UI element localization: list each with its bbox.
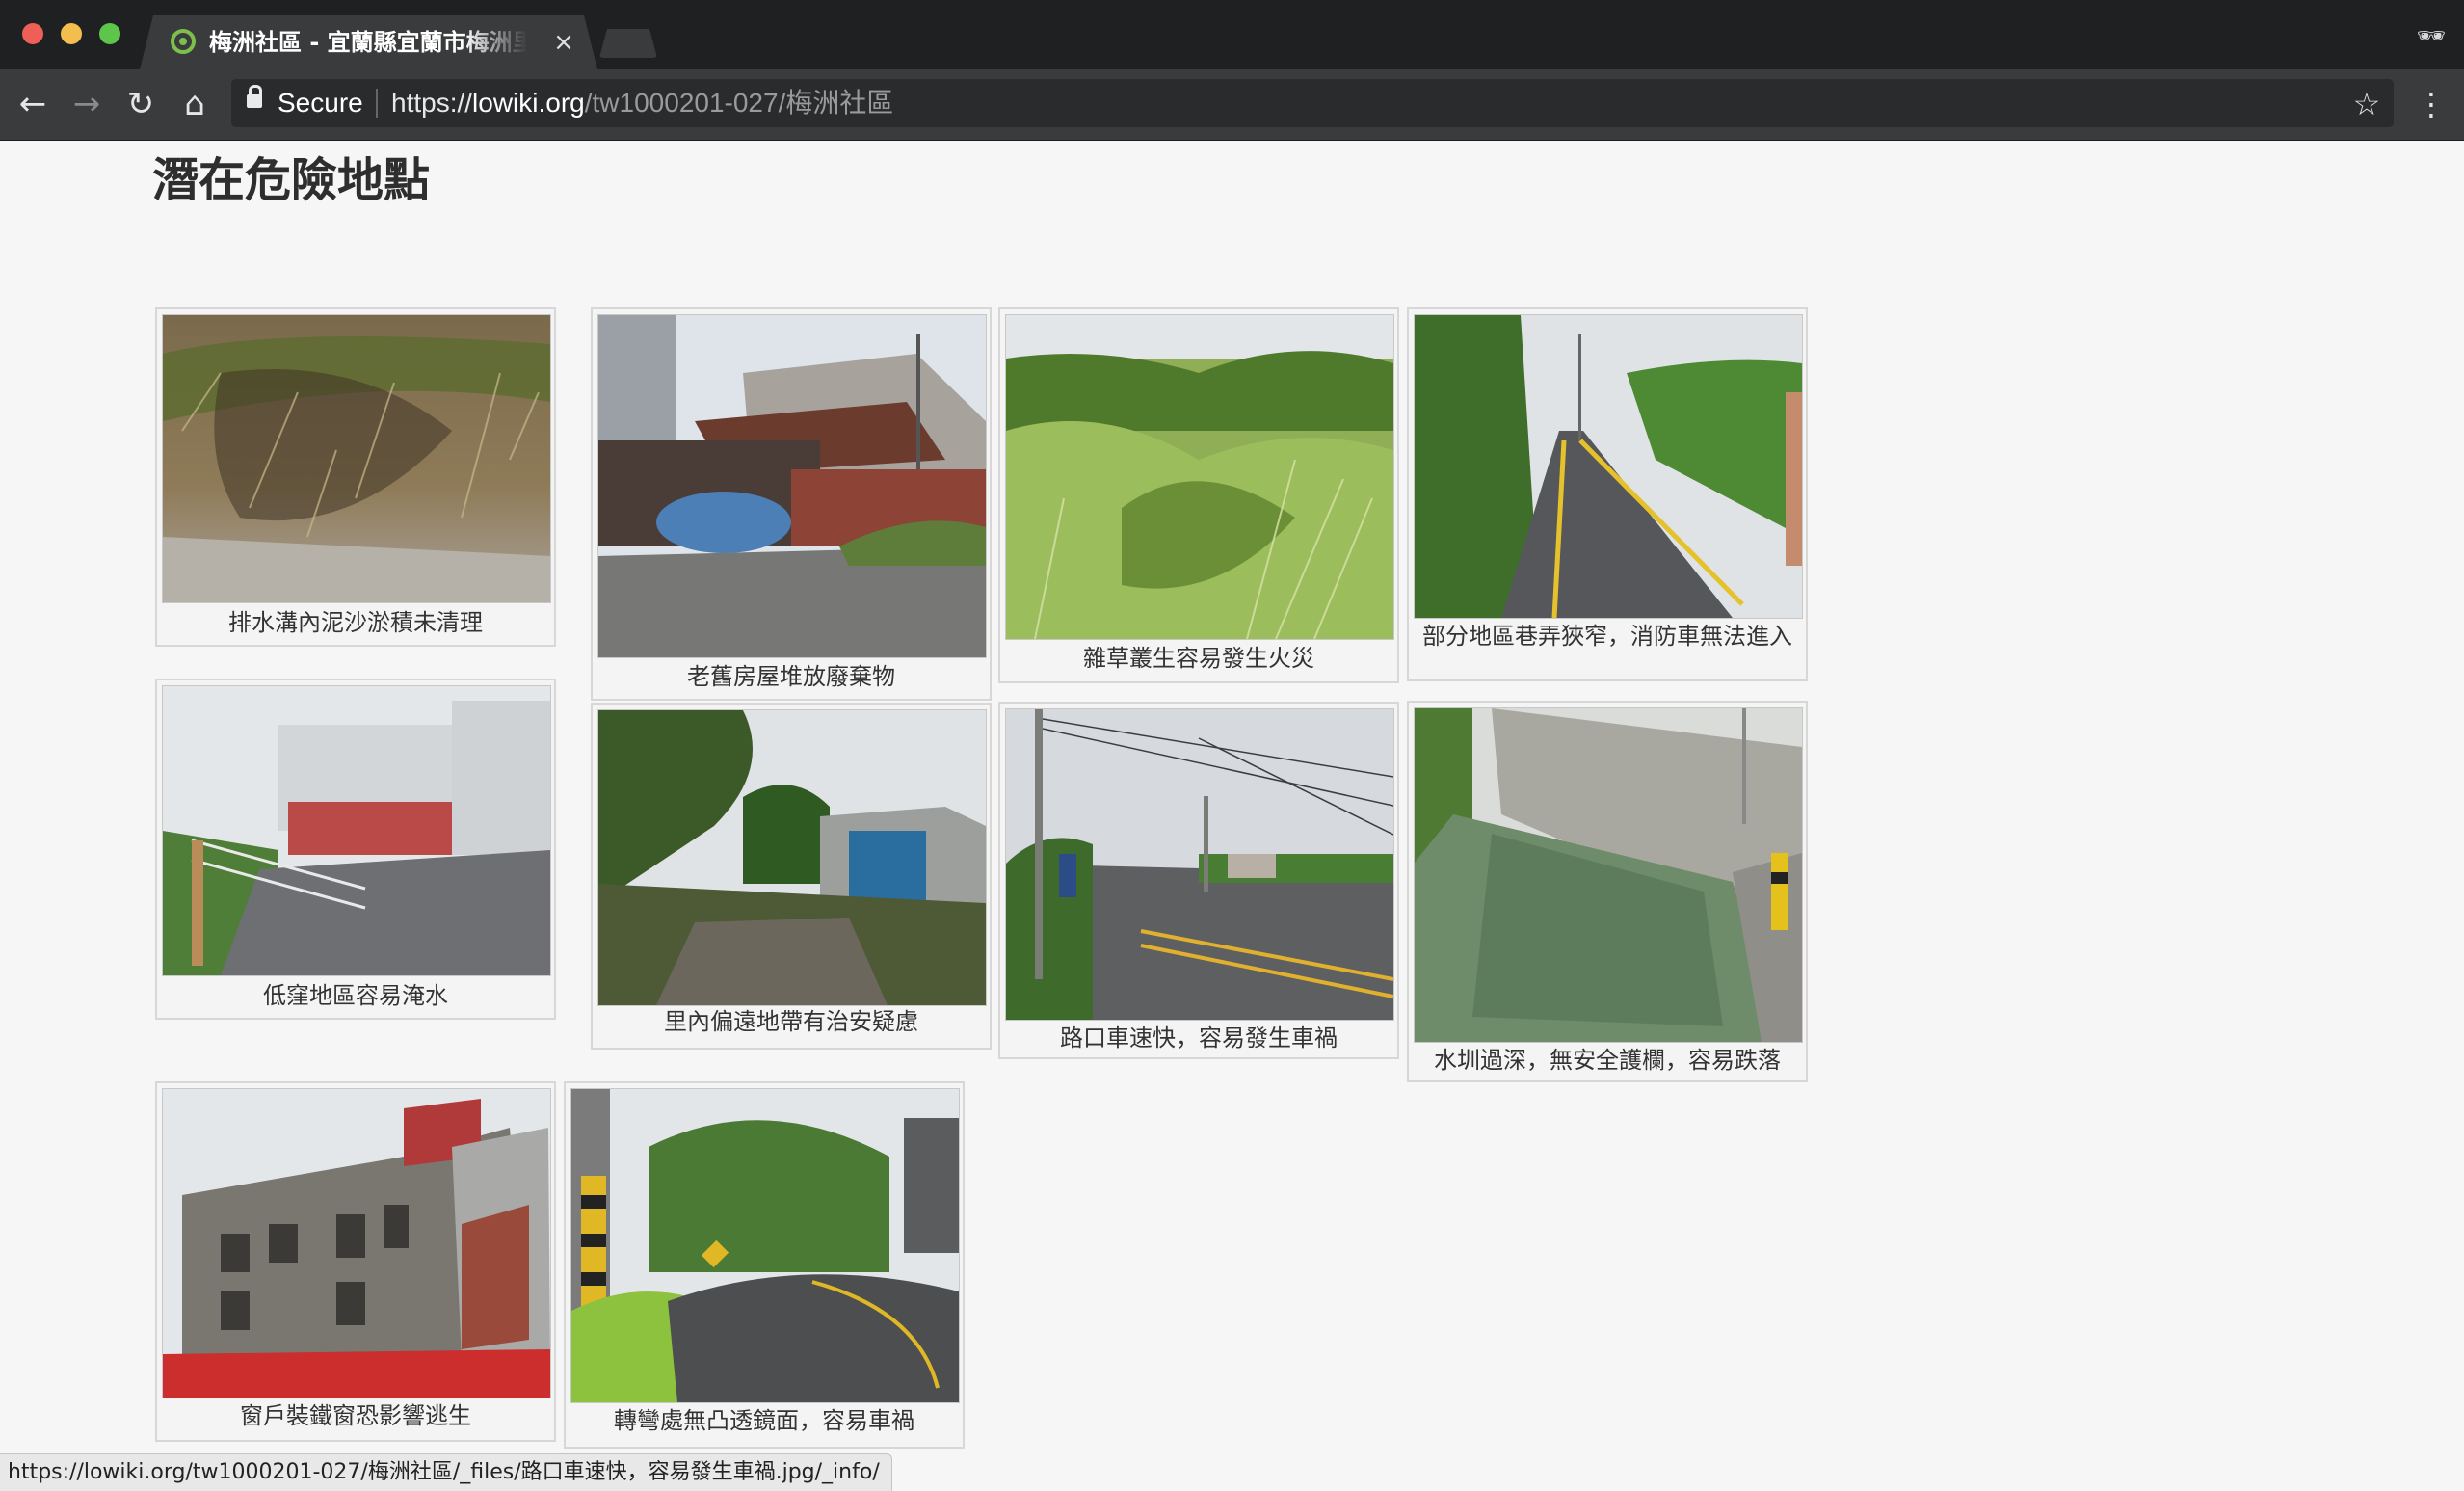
photo-drainage-ditch-silt bbox=[163, 315, 550, 602]
gallery-photo[interactable] bbox=[1005, 314, 1394, 640]
site-favicon-icon bbox=[171, 29, 196, 54]
gallery-card[interactable]: 低窪地區容易淹水 bbox=[155, 679, 556, 1020]
gallery-caption: 轉彎處無凸透鏡面，容易車禍 bbox=[614, 1407, 914, 1434]
gallery-photo[interactable] bbox=[1414, 707, 1803, 1043]
gallery-card[interactable]: 轉彎處無凸透鏡面，容易車禍 bbox=[564, 1081, 965, 1449]
reload-button[interactable]: ↻ bbox=[119, 83, 162, 125]
forward-button[interactable]: → bbox=[66, 83, 108, 125]
gallery-caption: 水圳過深，無安全護欄，容易跌落 bbox=[1434, 1047, 1781, 1074]
gallery-card[interactable]: 路口車速快，容易發生車禍 bbox=[998, 702, 1399, 1059]
gallery-card[interactable]: 雜草叢生容易發生火災 bbox=[998, 307, 1399, 683]
browser-menu-icon[interactable]: ⋮ bbox=[2414, 83, 2449, 125]
secure-label[interactable]: Secure bbox=[278, 86, 363, 120]
url-text[interactable]: https://lowiki.org/tw1000201-027/梅洲社區 bbox=[391, 86, 893, 120]
gallery-caption: 窗戶裝鐵窗恐影響逃生 bbox=[240, 1402, 471, 1429]
gallery-caption: 部分地區巷弄狹窄，消防車無法進入 bbox=[1422, 623, 1792, 650]
gallery-caption: 路口車速快，容易發生車禍 bbox=[1060, 1025, 1338, 1052]
gallery-card[interactable]: 部分地區巷弄狹窄，消防車無法進入 bbox=[1407, 307, 1808, 681]
bookmark-star-icon[interactable]: ☆ bbox=[2347, 83, 2386, 125]
gallery-photo[interactable] bbox=[162, 314, 551, 603]
home-button[interactable]: ⌂ bbox=[173, 83, 216, 125]
window-minimize-button[interactable] bbox=[61, 23, 82, 44]
address-divider bbox=[376, 89, 378, 118]
url-path: /tw1000201-027/梅洲社區 bbox=[584, 88, 894, 118]
photo-narrow-lane bbox=[1415, 315, 1802, 618]
gallery-photo[interactable] bbox=[597, 709, 987, 1006]
tab-close-icon[interactable]: × bbox=[549, 27, 578, 58]
gallery-caption: 排水溝內泥沙淤積未清理 bbox=[228, 609, 483, 636]
photo-curve-no-mirror bbox=[571, 1089, 959, 1402]
new-tab-button[interactable] bbox=[599, 29, 657, 58]
photo-old-house-waste bbox=[598, 315, 986, 657]
tab-title: 梅洲社區 - 宜蘭縣宜蘭市梅洲里 bbox=[209, 29, 527, 56]
lock-icon[interactable] bbox=[247, 85, 262, 108]
photo-overgrown-weeds bbox=[1006, 315, 1393, 639]
address-bar[interactable]: Secure https://lowiki.org/tw1000201-027/… bbox=[231, 79, 2394, 127]
gallery-caption: 雜草叢生容易發生火災 bbox=[1083, 645, 1314, 672]
page-title: 潛在危險地點 bbox=[152, 153, 431, 207]
url-scheme: https:// bbox=[391, 88, 473, 118]
gallery-caption: 老舊房屋堆放廢棄物 bbox=[687, 663, 895, 690]
gallery-card[interactable]: 窗戶裝鐵窗恐影響逃生 bbox=[155, 1081, 556, 1442]
gallery-photo[interactable] bbox=[597, 314, 987, 658]
gallery-photo[interactable] bbox=[570, 1088, 960, 1403]
gallery-photo[interactable] bbox=[1005, 708, 1394, 1021]
gallery-card[interactable]: 排水溝內泥沙淤積未清理 bbox=[155, 307, 556, 647]
photo-barred-windows-building bbox=[163, 1089, 550, 1398]
browser-toolbar: ← → ↻ ⌂ Secure https://lowiki.org/tw1000… bbox=[0, 69, 2464, 141]
back-button[interactable]: ← bbox=[12, 83, 54, 125]
photo-low-lying-road bbox=[163, 686, 550, 975]
photo-deep-canal bbox=[1415, 708, 1802, 1042]
photo-fast-intersection bbox=[1006, 709, 1393, 1020]
status-bar-url: https://lowiki.org/tw1000201-027/梅洲社區/_f… bbox=[0, 1453, 892, 1491]
gallery-card[interactable]: 里內偏遠地帶有治安疑慮 bbox=[591, 703, 992, 1050]
gallery-caption: 里內偏遠地帶有治安疑慮 bbox=[664, 1008, 918, 1035]
gallery-photo[interactable] bbox=[162, 1088, 551, 1398]
gallery-caption: 低窪地區容易淹水 bbox=[263, 982, 448, 1009]
incognito-icon[interactable]: 🕶 bbox=[2414, 21, 2449, 50]
gallery-photo[interactable] bbox=[162, 685, 551, 976]
gallery-photo[interactable] bbox=[1414, 314, 1803, 619]
photo-remote-shed bbox=[598, 710, 986, 1005]
window-close-button[interactable] bbox=[22, 23, 43, 44]
url-host: lowiki.org bbox=[472, 88, 585, 118]
gallery-card[interactable]: 老舊房屋堆放廢棄物 bbox=[591, 307, 992, 701]
browser-tab-active[interactable]: 梅洲社區 - 宜蘭縣宜蘭市梅洲里 × bbox=[140, 15, 597, 69]
window-maximize-button[interactable] bbox=[99, 23, 120, 44]
gallery-card[interactable]: 水圳過深，無安全護欄，容易跌落 bbox=[1407, 701, 1808, 1082]
browser-titlebar: 梅洲社區 - 宜蘭縣宜蘭市梅洲里 × 🕶 bbox=[0, 0, 2464, 69]
